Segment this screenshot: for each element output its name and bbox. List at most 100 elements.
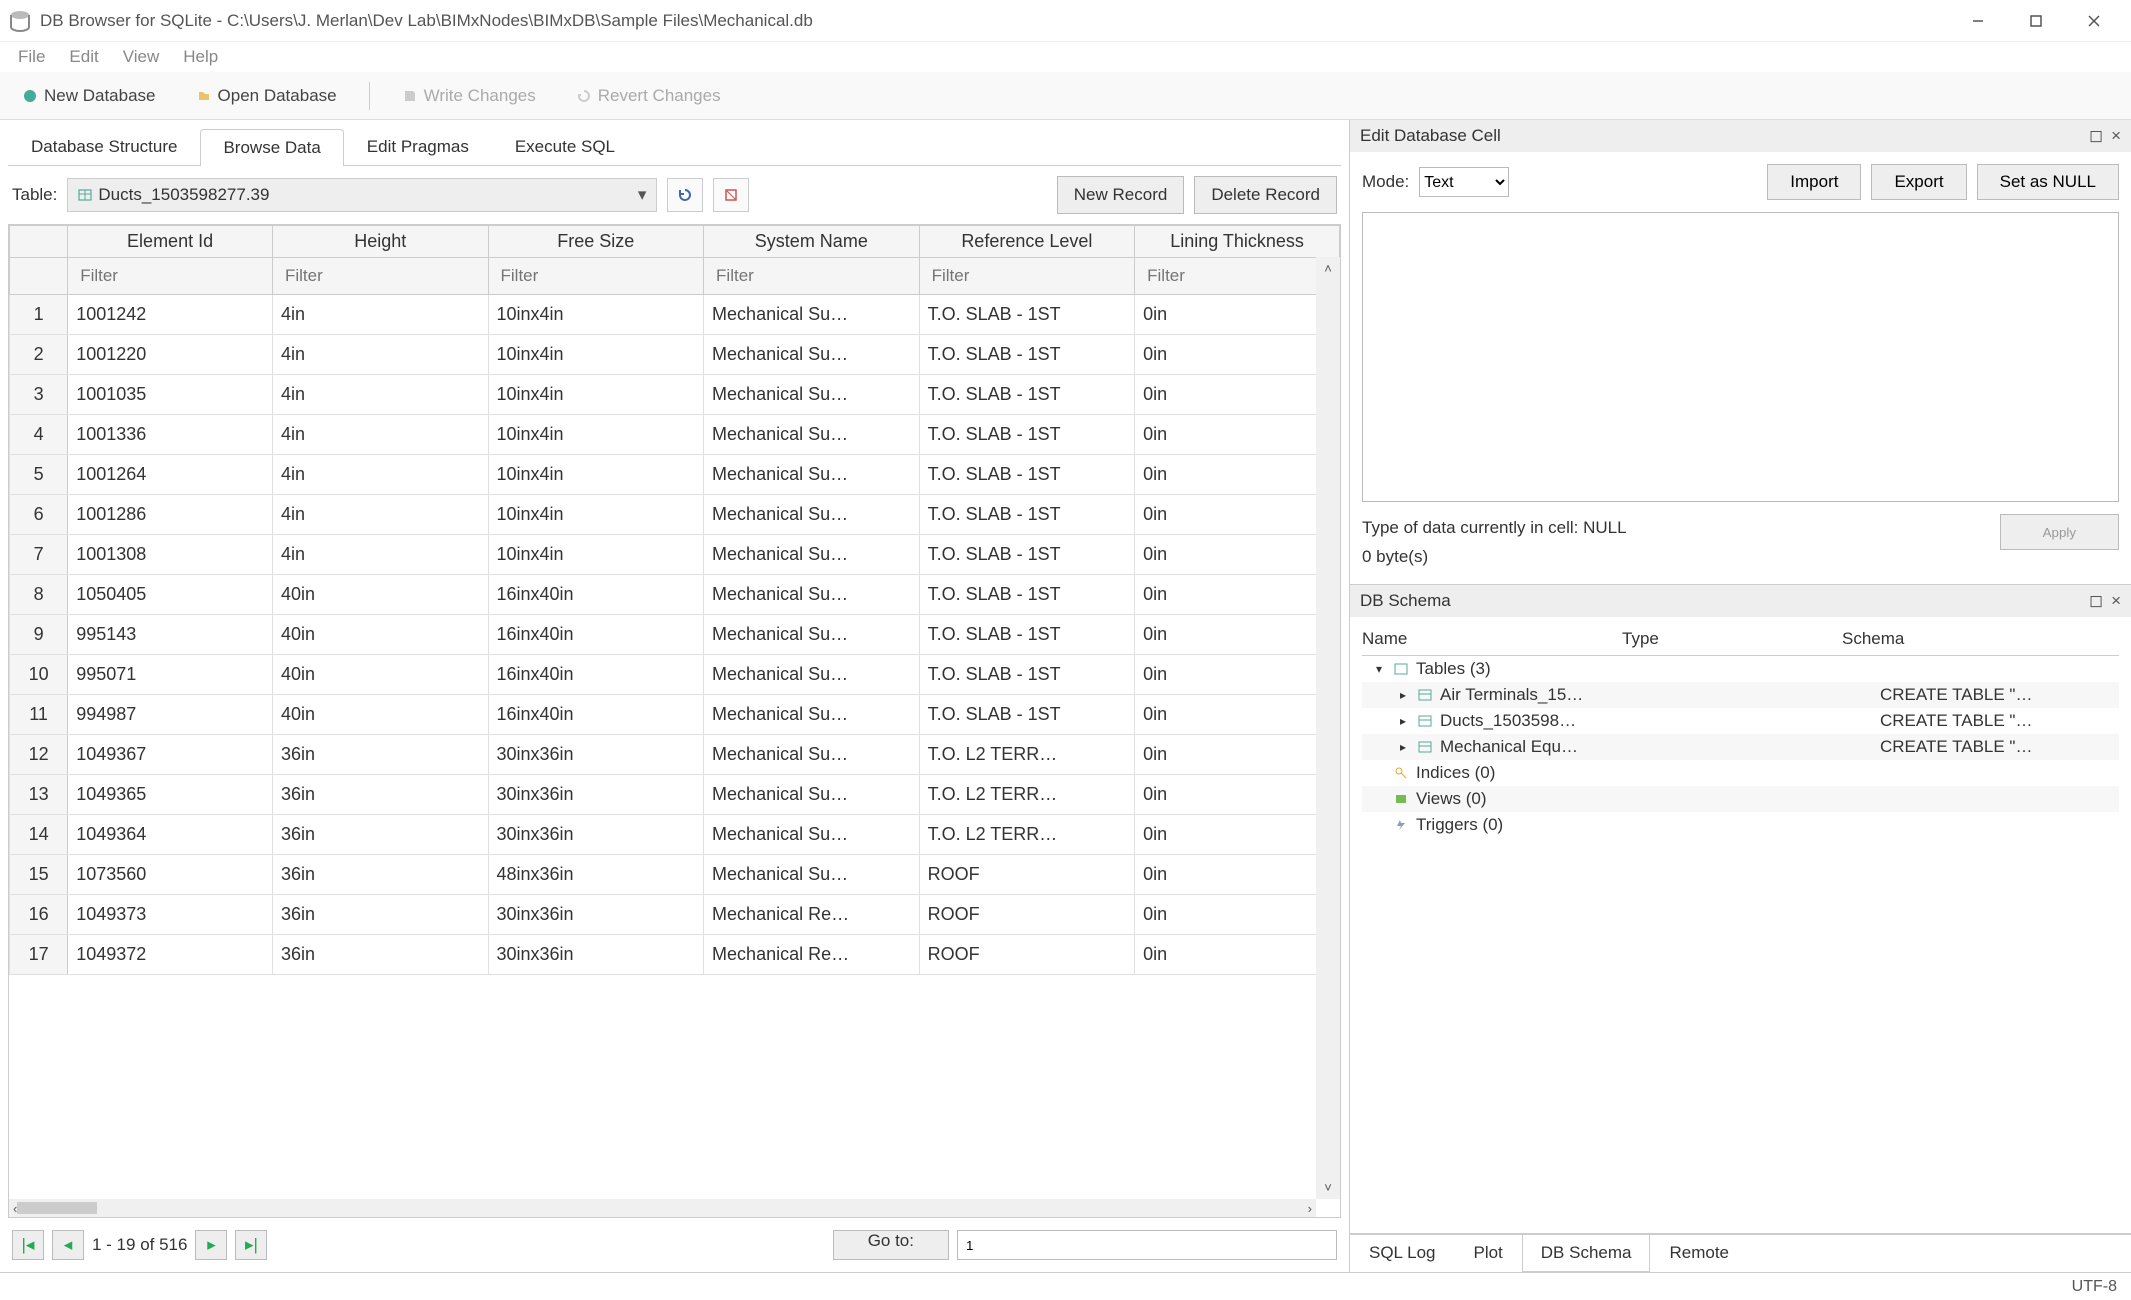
cell[interactable]: 10inx4in: [488, 375, 704, 415]
cell[interactable]: Mechanical Su…: [704, 535, 920, 575]
cell[interactable]: 0in: [1135, 375, 1340, 415]
cell[interactable]: 1049372: [68, 935, 273, 975]
cell[interactable]: 1001286: [68, 495, 273, 535]
cell[interactable]: Mechanical Su…: [704, 415, 920, 455]
prev-page-button[interactable]: ◂: [52, 1230, 84, 1260]
table-row[interactable]: 14104936436in30inx36inMechanical Su…T.O.…: [10, 815, 1340, 855]
col-element-id[interactable]: Element Id: [68, 226, 273, 258]
first-page-button[interactable]: |◂: [12, 1230, 44, 1260]
table-row[interactable]: 710013084in10inx4inMechanical Su…T.O. SL…: [10, 535, 1340, 575]
table-row[interactable]: 410013364in10inx4inMechanical Su…T.O. SL…: [10, 415, 1340, 455]
filter-lining-thickness[interactable]: [1143, 262, 1331, 290]
cell[interactable]: 0in: [1135, 455, 1340, 495]
cell[interactable]: 4in: [272, 415, 488, 455]
cell[interactable]: 10inx4in: [488, 415, 704, 455]
cell[interactable]: 1073560: [68, 855, 273, 895]
menu-view[interactable]: View: [113, 45, 170, 69]
tab-remote[interactable]: Remote: [1650, 1235, 1748, 1272]
row-number[interactable]: 12: [10, 735, 68, 775]
table-row[interactable]: 15107356036in48inx36inMechanical Su…ROOF…: [10, 855, 1340, 895]
table-row[interactable]: 1099507140in16inx40inMechanical Su…T.O. …: [10, 655, 1340, 695]
cell[interactable]: Mechanical Re…: [704, 935, 920, 975]
cell[interactable]: Mechanical Su…: [704, 615, 920, 655]
cell[interactable]: 30inx36in: [488, 815, 704, 855]
delete-record-button[interactable]: Delete Record: [1194, 176, 1337, 214]
cell[interactable]: 36in: [272, 775, 488, 815]
col-system-name[interactable]: System Name: [704, 226, 920, 258]
cell[interactable]: 1001264: [68, 455, 273, 495]
row-number[interactable]: 16: [10, 895, 68, 935]
revert-changes-button[interactable]: Revert Changes: [568, 82, 729, 110]
cell[interactable]: Mechanical Su…: [704, 735, 920, 775]
vertical-scrollbar[interactable]: ˄ ˅: [1316, 257, 1340, 1199]
cell[interactable]: 30inx36in: [488, 775, 704, 815]
table-row[interactable]: 110012424in10inx4inMechanical Su…T.O. SL…: [10, 295, 1340, 335]
row-number[interactable]: 1: [10, 295, 68, 335]
new-record-button[interactable]: New Record: [1057, 176, 1185, 214]
cell[interactable]: 1001308: [68, 535, 273, 575]
cell[interactable]: 1001220: [68, 335, 273, 375]
schema-col-schema[interactable]: Schema: [1842, 629, 1904, 649]
cell[interactable]: 0in: [1135, 335, 1340, 375]
row-number[interactable]: 11: [10, 695, 68, 735]
goto-button[interactable]: Go to:: [833, 1230, 949, 1260]
cell[interactable]: 36in: [272, 855, 488, 895]
menu-edit[interactable]: Edit: [59, 45, 108, 69]
table-row[interactable]: 8105040540in16inx40inMechanical Su…T.O. …: [10, 575, 1340, 615]
tab-database-structure[interactable]: Database Structure: [8, 128, 200, 165]
cell[interactable]: T.O. SLAB - 1ST: [919, 535, 1135, 575]
cell[interactable]: T.O. SLAB - 1ST: [919, 375, 1135, 415]
table-row[interactable]: 17104937236in30inx36inMechanical Re…ROOF…: [10, 935, 1340, 975]
new-database-button[interactable]: New Database: [14, 82, 164, 110]
refresh-button[interactable]: [667, 178, 703, 212]
close-schema-icon[interactable]: ×: [2111, 591, 2121, 611]
cell[interactable]: 0in: [1135, 895, 1340, 935]
tree-table-item[interactable]: ▸ Air Terminals_15… CREATE TABLE "…: [1362, 682, 2119, 708]
cell[interactable]: 0in: [1135, 935, 1340, 975]
table-row[interactable]: 310010354in10inx4inMechanical Su…T.O. SL…: [10, 375, 1340, 415]
cell[interactable]: 0in: [1135, 415, 1340, 455]
cell[interactable]: Mechanical Re…: [704, 895, 920, 935]
table-row[interactable]: 999514340in16inx40inMechanical Su…T.O. S…: [10, 615, 1340, 655]
cell[interactable]: ROOF: [919, 895, 1135, 935]
cell[interactable]: Mechanical Su…: [704, 455, 920, 495]
cell[interactable]: 30inx36in: [488, 895, 704, 935]
filter-free-size[interactable]: [497, 262, 696, 290]
cell[interactable]: Mechanical Su…: [704, 815, 920, 855]
close-button[interactable]: [2065, 0, 2123, 42]
table-row[interactable]: 210012204in10inx4inMechanical Su…T.O. SL…: [10, 335, 1340, 375]
cell[interactable]: T.O. SLAB - 1ST: [919, 295, 1135, 335]
cell[interactable]: 48inx36in: [488, 855, 704, 895]
table-row[interactable]: 1199498740in16inx40inMechanical Su…T.O. …: [10, 695, 1340, 735]
cell[interactable]: 4in: [272, 455, 488, 495]
row-number[interactable]: 4: [10, 415, 68, 455]
col-reference-level[interactable]: Reference Level: [919, 226, 1135, 258]
cell[interactable]: T.O. L2 TERR…: [919, 735, 1135, 775]
filter-reference-level[interactable]: [928, 262, 1127, 290]
scroll-thumb[interactable]: [17, 1202, 97, 1214]
cell[interactable]: Mechanical Su…: [704, 575, 920, 615]
cell[interactable]: T.O. SLAB - 1ST: [919, 695, 1135, 735]
close-dock-icon[interactable]: ×: [2111, 126, 2121, 146]
schema-col-type[interactable]: Type: [1622, 629, 1842, 649]
cell[interactable]: 40in: [272, 695, 488, 735]
cell[interactable]: Mechanical Su…: [704, 295, 920, 335]
tab-edit-pragmas[interactable]: Edit Pragmas: [344, 128, 492, 165]
cell[interactable]: 0in: [1135, 815, 1340, 855]
table-row[interactable]: 16104937336in30inx36inMechanical Re…ROOF…: [10, 895, 1340, 935]
table-row[interactable]: 12104936736in30inx36inMechanical Su…T.O.…: [10, 735, 1340, 775]
cell[interactable]: T.O. SLAB - 1ST: [919, 455, 1135, 495]
schema-col-name[interactable]: Name: [1362, 629, 1622, 649]
cell[interactable]: T.O. L2 TERR…: [919, 815, 1135, 855]
tab-db-schema[interactable]: DB Schema: [1522, 1235, 1651, 1272]
cell[interactable]: ROOF: [919, 935, 1135, 975]
goto-input[interactable]: [957, 1230, 1337, 1260]
clear-filters-button[interactable]: [713, 178, 749, 212]
row-number-header[interactable]: [10, 226, 68, 258]
tab-sql-log[interactable]: SQL Log: [1350, 1235, 1454, 1272]
cell[interactable]: 0in: [1135, 495, 1340, 535]
menu-help[interactable]: Help: [173, 45, 228, 69]
row-number[interactable]: 8: [10, 575, 68, 615]
cell[interactable]: T.O. SLAB - 1ST: [919, 415, 1135, 455]
row-number[interactable]: 2: [10, 335, 68, 375]
